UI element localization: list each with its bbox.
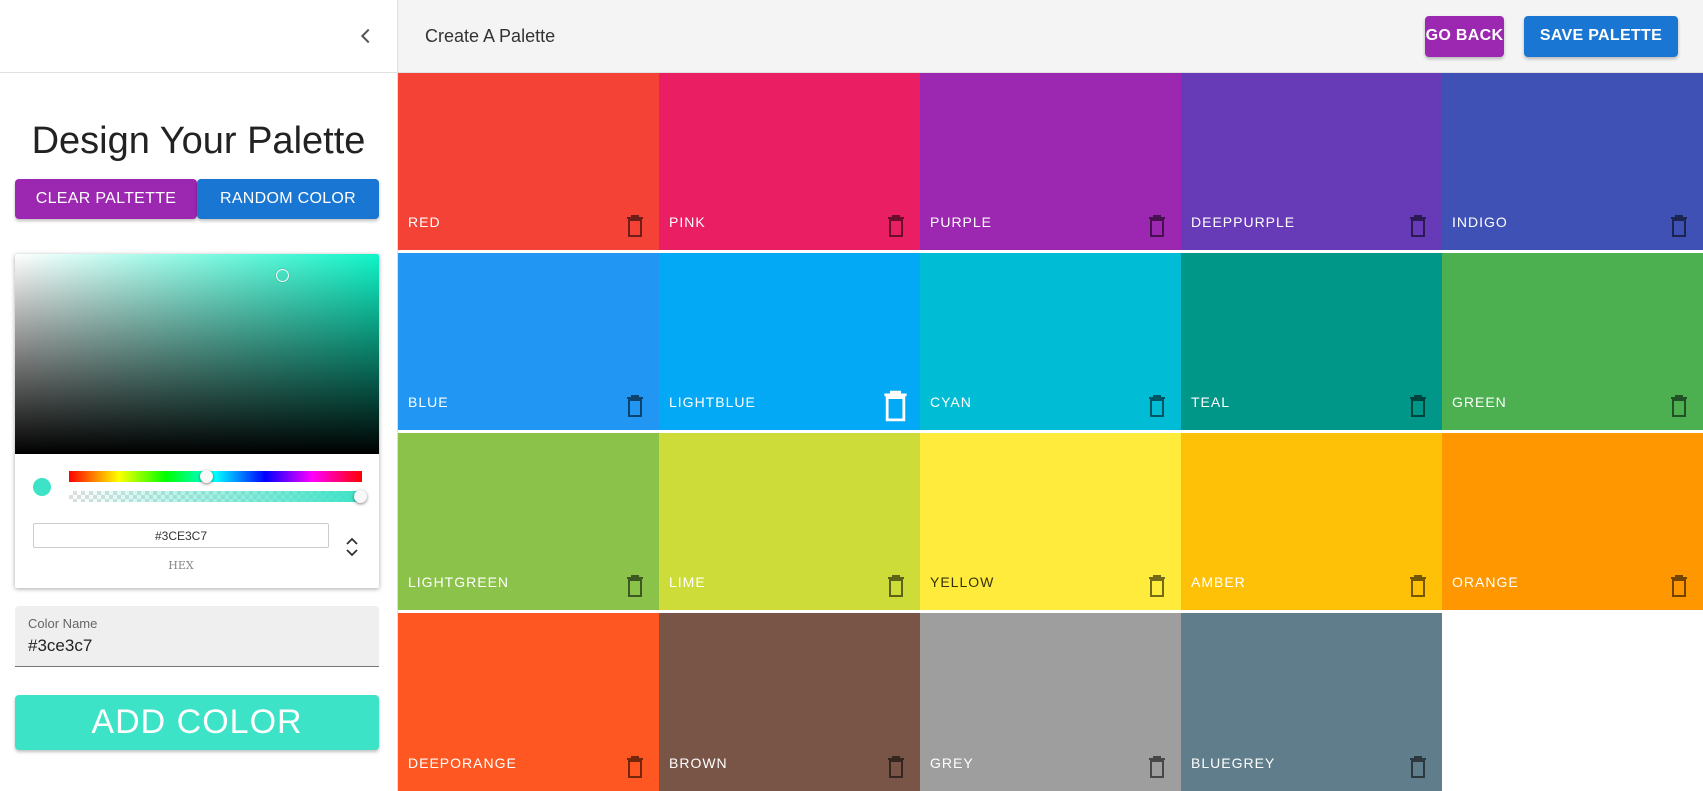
color-box-name: PURPLE (930, 214, 993, 230)
add-color-button[interactable]: ADD COLOR (15, 695, 379, 750)
delete-icon[interactable] (626, 756, 644, 778)
palette-actions: CLEAR PALTETTE RANDOM COLOR (15, 179, 397, 219)
random-color-button[interactable]: RANDOM COLOR (197, 179, 379, 219)
hex-label: HEX (168, 559, 194, 572)
drawer-header (0, 0, 397, 73)
delete-icon[interactable] (626, 395, 644, 417)
delete-icon[interactable] (1670, 215, 1688, 237)
alpha-slider-handle[interactable] (354, 490, 367, 503)
saturation-cursor[interactable] (276, 269, 289, 282)
delete-icon[interactable] (887, 575, 905, 597)
delete-icon[interactable] (626, 575, 644, 597)
chevron-left-icon[interactable] (355, 25, 377, 47)
color-box[interactable]: LIGHTBLUE (659, 253, 920, 430)
color-box-name: DEEPORANGE (408, 755, 517, 771)
color-box[interactable]: BLUE (398, 253, 659, 430)
color-box-name: BROWN (669, 755, 728, 771)
delete-icon[interactable] (1148, 395, 1166, 417)
color-box[interactable]: PURPLE (920, 73, 1181, 250)
app-bar: Create A Palette GO BACK SAVE PALETTE (398, 0, 1703, 73)
delete-icon[interactable] (883, 390, 908, 422)
delete-icon[interactable] (1670, 395, 1688, 417)
palette-grid: RED PINK PURPLE DEEPPURPLE INDIGO BLUE LIGHTBL… (398, 73, 1703, 791)
delete-icon[interactable] (626, 215, 644, 237)
hex-input[interactable] (33, 523, 329, 548)
color-box[interactable]: TEAL (1181, 253, 1442, 430)
color-box-name: BLUE (408, 394, 449, 410)
color-box-name: GREY (930, 755, 974, 771)
color-name-input[interactable] (28, 636, 358, 656)
color-box[interactable]: RED (398, 73, 659, 250)
color-box-name: BLUEGREY (1191, 755, 1276, 771)
color-box[interactable]: AMBER (1181, 433, 1442, 610)
delete-icon[interactable] (1409, 395, 1427, 417)
delete-icon[interactable] (1148, 756, 1166, 778)
color-name-label: Color Name (28, 616, 98, 631)
color-box[interactable]: LIGHTGREEN (398, 433, 659, 610)
delete-icon[interactable] (887, 215, 905, 237)
color-box[interactable]: BLUEGREY (1181, 613, 1442, 791)
color-box-name: LIME (669, 574, 706, 590)
go-back-button[interactable]: GO BACK (1425, 15, 1504, 57)
color-box-name: LIGHTGREEN (408, 574, 510, 590)
app-bar-actions: GO BACK SAVE PALETTE (1425, 15, 1678, 57)
color-box[interactable]: GREEN (1442, 253, 1703, 430)
alpha-slider[interactable] (69, 490, 367, 503)
hue-slider-handle[interactable] (200, 470, 213, 483)
delete-icon[interactable] (1409, 756, 1427, 778)
color-box[interactable]: BROWN (659, 613, 920, 791)
color-name-field[interactable]: Color Name (15, 606, 379, 667)
delete-icon[interactable] (1148, 215, 1166, 237)
color-box-name: LIGHTBLUE (669, 394, 756, 410)
color-box[interactable]: INDIGO (1442, 73, 1703, 250)
color-box[interactable]: DEEPORANGE (398, 613, 659, 791)
saturation-area[interactable] (15, 254, 379, 454)
color-box-name: CYAN (930, 394, 972, 410)
color-box-name: ORANGE (1452, 574, 1519, 590)
color-box-name: YELLOW (930, 574, 995, 590)
color-box-name: INDIGO (1452, 214, 1508, 230)
delete-icon[interactable] (1409, 215, 1427, 237)
save-palette-button[interactable]: SAVE PALETTE (1524, 15, 1678, 57)
color-box[interactable]: CYAN (920, 253, 1181, 430)
color-picker: HEX (15, 254, 379, 588)
color-box[interactable]: LIME (659, 433, 920, 610)
delete-icon[interactable] (887, 756, 905, 778)
color-box[interactable]: ORANGE (1442, 433, 1703, 610)
color-box-name: AMBER (1191, 574, 1246, 590)
sidebar-heading: Design Your Palette (31, 120, 366, 162)
current-color-swatch (33, 478, 51, 496)
color-box[interactable]: PINK (659, 73, 920, 250)
delete-icon[interactable] (1670, 575, 1688, 597)
color-box-name: TEAL (1191, 394, 1231, 410)
hue-slider[interactable] (69, 470, 362, 483)
color-box-name: DEEPPURPLE (1191, 214, 1296, 230)
clear-palette-button[interactable]: CLEAR PALTETTE (15, 179, 197, 219)
color-box-name: GREEN (1452, 394, 1507, 410)
delete-icon[interactable] (1409, 575, 1427, 597)
color-box[interactable]: DEEPPURPLE (1181, 73, 1442, 250)
color-box[interactable]: GREY (920, 613, 1181, 791)
sidebar-drawer: Design Your Palette CLEAR PALTETTE RANDO… (0, 0, 398, 791)
page-title: Create A Palette (425, 25, 556, 46)
format-toggle-icon[interactable] (344, 535, 360, 559)
color-box-name: PINK (669, 214, 706, 230)
color-box-name: RED (408, 214, 441, 230)
color-box[interactable]: YELLOW (920, 433, 1181, 610)
delete-icon[interactable] (1148, 575, 1166, 597)
